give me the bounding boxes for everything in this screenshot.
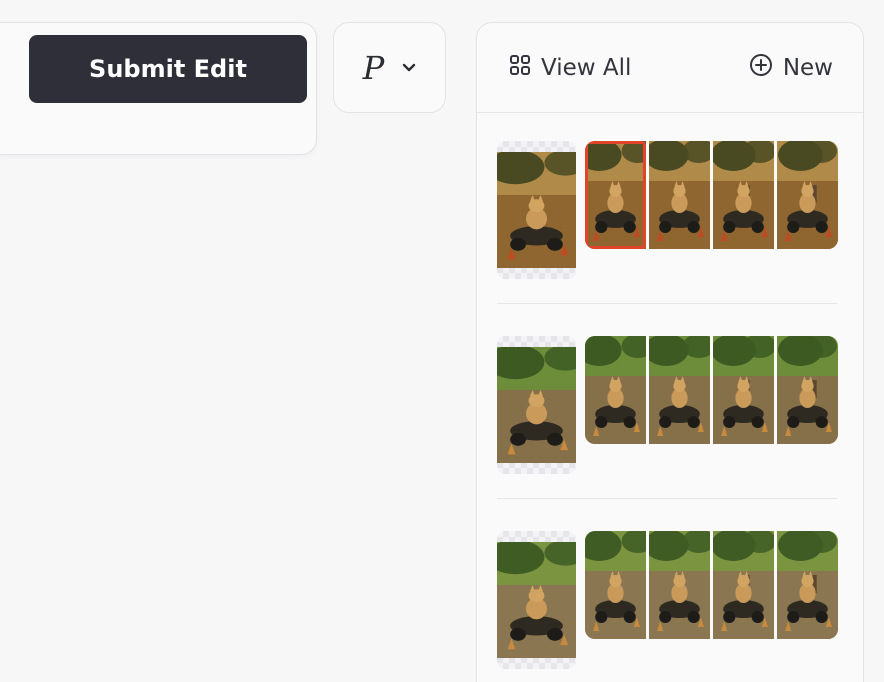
- source-image-thumbnail[interactable]: [497, 531, 576, 669]
- source-image: [497, 542, 576, 658]
- group-divider: [497, 498, 837, 499]
- generation-group: [497, 141, 838, 281]
- view-all-label: View All: [541, 54, 632, 81]
- history-panel: View All New: [476, 22, 864, 682]
- variant-strip: [585, 141, 838, 249]
- variant-frame[interactable]: [713, 531, 774, 639]
- new-label: New: [782, 54, 833, 81]
- variant-frame[interactable]: [777, 141, 838, 249]
- new-button[interactable]: New: [749, 53, 833, 83]
- source-image-thumbnail[interactable]: [497, 336, 576, 474]
- chevron-down-icon: [402, 58, 416, 77]
- variant-frame[interactable]: [713, 141, 774, 249]
- variant-frame[interactable]: [713, 336, 774, 444]
- variant-strip: [585, 531, 838, 639]
- variant-frame[interactable]: [649, 531, 710, 639]
- grid-icon: [509, 54, 531, 82]
- variant-frame[interactable]: [649, 141, 710, 249]
- view-all-button[interactable]: View All: [509, 54, 631, 82]
- panel-header: View All New: [477, 23, 863, 113]
- source-image-thumbnail[interactable]: [497, 141, 576, 279]
- variant-frame[interactable]: [585, 336, 646, 444]
- variant-strip: [585, 336, 838, 444]
- plus-circle-icon: [749, 53, 773, 83]
- mode-dropdown[interactable]: P: [333, 22, 446, 113]
- submit-edit-button[interactable]: Submit Edit: [29, 35, 307, 103]
- source-image: [497, 347, 576, 463]
- variant-frame[interactable]: [585, 531, 646, 639]
- edit-card: Submit Edit: [0, 22, 317, 155]
- variant-frame[interactable]: [649, 336, 710, 444]
- variant-frame[interactable]: [777, 336, 838, 444]
- generation-group: [497, 336, 838, 476]
- mode-letter: P: [362, 48, 385, 87]
- variant-frame[interactable]: [777, 531, 838, 639]
- source-image: [497, 152, 576, 268]
- variant-frame[interactable]: [585, 141, 646, 249]
- generation-group: [497, 531, 838, 671]
- group-divider: [497, 303, 837, 304]
